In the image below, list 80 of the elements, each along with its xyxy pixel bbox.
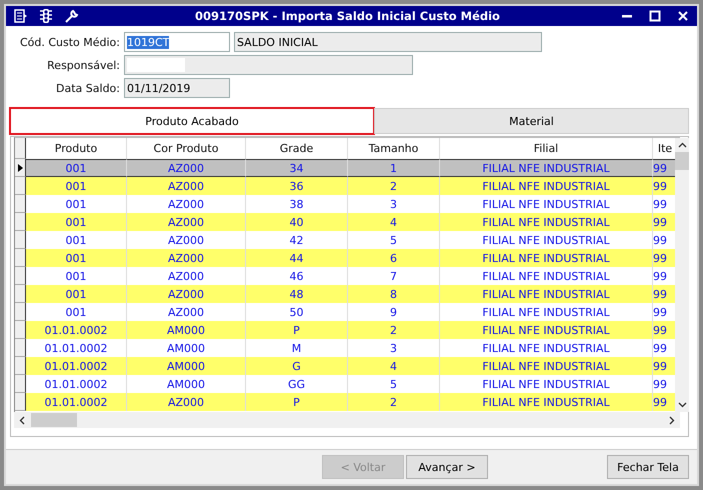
table-cell: 01.01.0002 <box>26 357 127 375</box>
table-cell: P <box>246 321 348 339</box>
row-indicator[interactable] <box>15 375 26 393</box>
table-cell: FILIAL NFE INDUSTRIAL <box>440 249 653 267</box>
table-cell: AZ000 <box>127 213 246 231</box>
description-field: SALDO INICIAL <box>234 32 542 52</box>
table-cell: P <box>246 393 348 411</box>
table-cell: FILIAL NFE INDUSTRIAL <box>440 321 653 339</box>
menu-list-icon[interactable] <box>14 9 28 23</box>
table-cell: 48 <box>246 285 348 303</box>
table-cell: 001 <box>26 177 127 195</box>
table-cell: 44 <box>246 249 348 267</box>
table-cell: 001 <box>26 159 127 177</box>
scroll-left-icon[interactable] <box>19 416 25 424</box>
tab[interactable]: Material <box>374 108 689 134</box>
table-cell: FILIAL NFE INDUSTRIAL <box>440 177 653 195</box>
window-title: 009170SPK - Importa Saldo Inicial Custo Médio <box>194 9 501 23</box>
table-cell: 001 <box>26 213 127 231</box>
table-cell: 01.01.0002 <box>26 393 127 411</box>
table-cell: AM000 <box>127 357 246 375</box>
row-indicator[interactable] <box>15 159 26 177</box>
table-cell: FILIAL NFE INDUSTRIAL <box>440 159 653 177</box>
table-cell: FILIAL NFE INDUSTRIAL <box>440 213 653 231</box>
traffic-light-icon[interactable] <box>38 8 54 24</box>
code-field[interactable]: 1019CT <box>124 32 230 52</box>
table-cell: 001 <box>26 249 127 267</box>
table-cell: 2 <box>348 393 440 411</box>
table-cell: 4 <box>348 213 440 231</box>
table-cell: 2 <box>348 321 440 339</box>
wizard-button[interactable]: Avançar > <box>406 455 488 479</box>
row-indicator[interactable] <box>15 249 26 267</box>
table-cell: 6 <box>348 249 440 267</box>
table-cell: AZ000 <box>127 285 246 303</box>
scroll-up-icon[interactable] <box>678 142 686 148</box>
table-cell: AM000 <box>127 321 246 339</box>
table-cell: FILIAL NFE INDUSTRIAL <box>440 285 653 303</box>
wrench-icon[interactable] <box>64 8 80 24</box>
field-label: Data Saldo: <box>55 82 120 94</box>
field-label: Responsável: <box>46 58 120 72</box>
vertical-scrollbar[interactable] <box>675 138 689 412</box>
table-cell: 001 <box>26 285 127 303</box>
field-label: Cód. Custo Médio: <box>18 36 120 48</box>
scroll-thumb[interactable] <box>675 152 689 170</box>
row-indicator[interactable] <box>15 177 26 195</box>
row-indicator[interactable] <box>15 267 26 285</box>
current-row-icon <box>18 164 22 172</box>
table-cell: FILIAL NFE INDUSTRIAL <box>440 393 653 411</box>
header-corner <box>15 138 26 159</box>
horizontal-scrollbar[interactable] <box>14 412 680 428</box>
wizard-button[interactable]: Fechar Tela <box>607 455 689 479</box>
row-indicator[interactable] <box>15 285 26 303</box>
tab[interactable]: Produto Acabado <box>10 108 374 134</box>
row-indicator[interactable] <box>15 213 26 231</box>
table-cell: AZ000 <box>127 159 246 177</box>
table-cell: AZ000 <box>127 393 246 411</box>
table-cell: AZ000 <box>127 177 246 195</box>
date-field: 01/11/2019 <box>124 78 230 98</box>
row-indicator[interactable] <box>15 195 26 213</box>
table-cell: 1 <box>348 159 440 177</box>
close-icon[interactable] <box>677 10 689 22</box>
table-cell: 4 <box>348 357 440 375</box>
table-cell: 40 <box>246 213 348 231</box>
scroll-down-icon[interactable] <box>678 402 686 408</box>
table-cell: FILIAL NFE INDUSTRIAL <box>440 357 653 375</box>
table-cell: AZ000 <box>127 249 246 267</box>
table-cell: 36 <box>246 177 348 195</box>
row-indicator[interactable] <box>15 231 26 249</box>
row-indicator[interactable] <box>15 339 26 357</box>
table-cell: G <box>246 357 348 375</box>
row-indicator[interactable] <box>15 303 26 321</box>
scroll-right-icon[interactable] <box>669 416 675 424</box>
table-cell: 2 <box>348 177 440 195</box>
maximize-icon[interactable] <box>649 10 661 22</box>
row-indicator[interactable] <box>15 357 26 375</box>
table-cell: 34 <box>246 159 348 177</box>
scroll-thumb[interactable] <box>31 413 77 427</box>
table-cell: 8 <box>348 285 440 303</box>
row-indicator[interactable] <box>15 393 26 411</box>
table-cell: 01.01.0002 <box>26 321 127 339</box>
row-indicator[interactable] <box>15 321 26 339</box>
